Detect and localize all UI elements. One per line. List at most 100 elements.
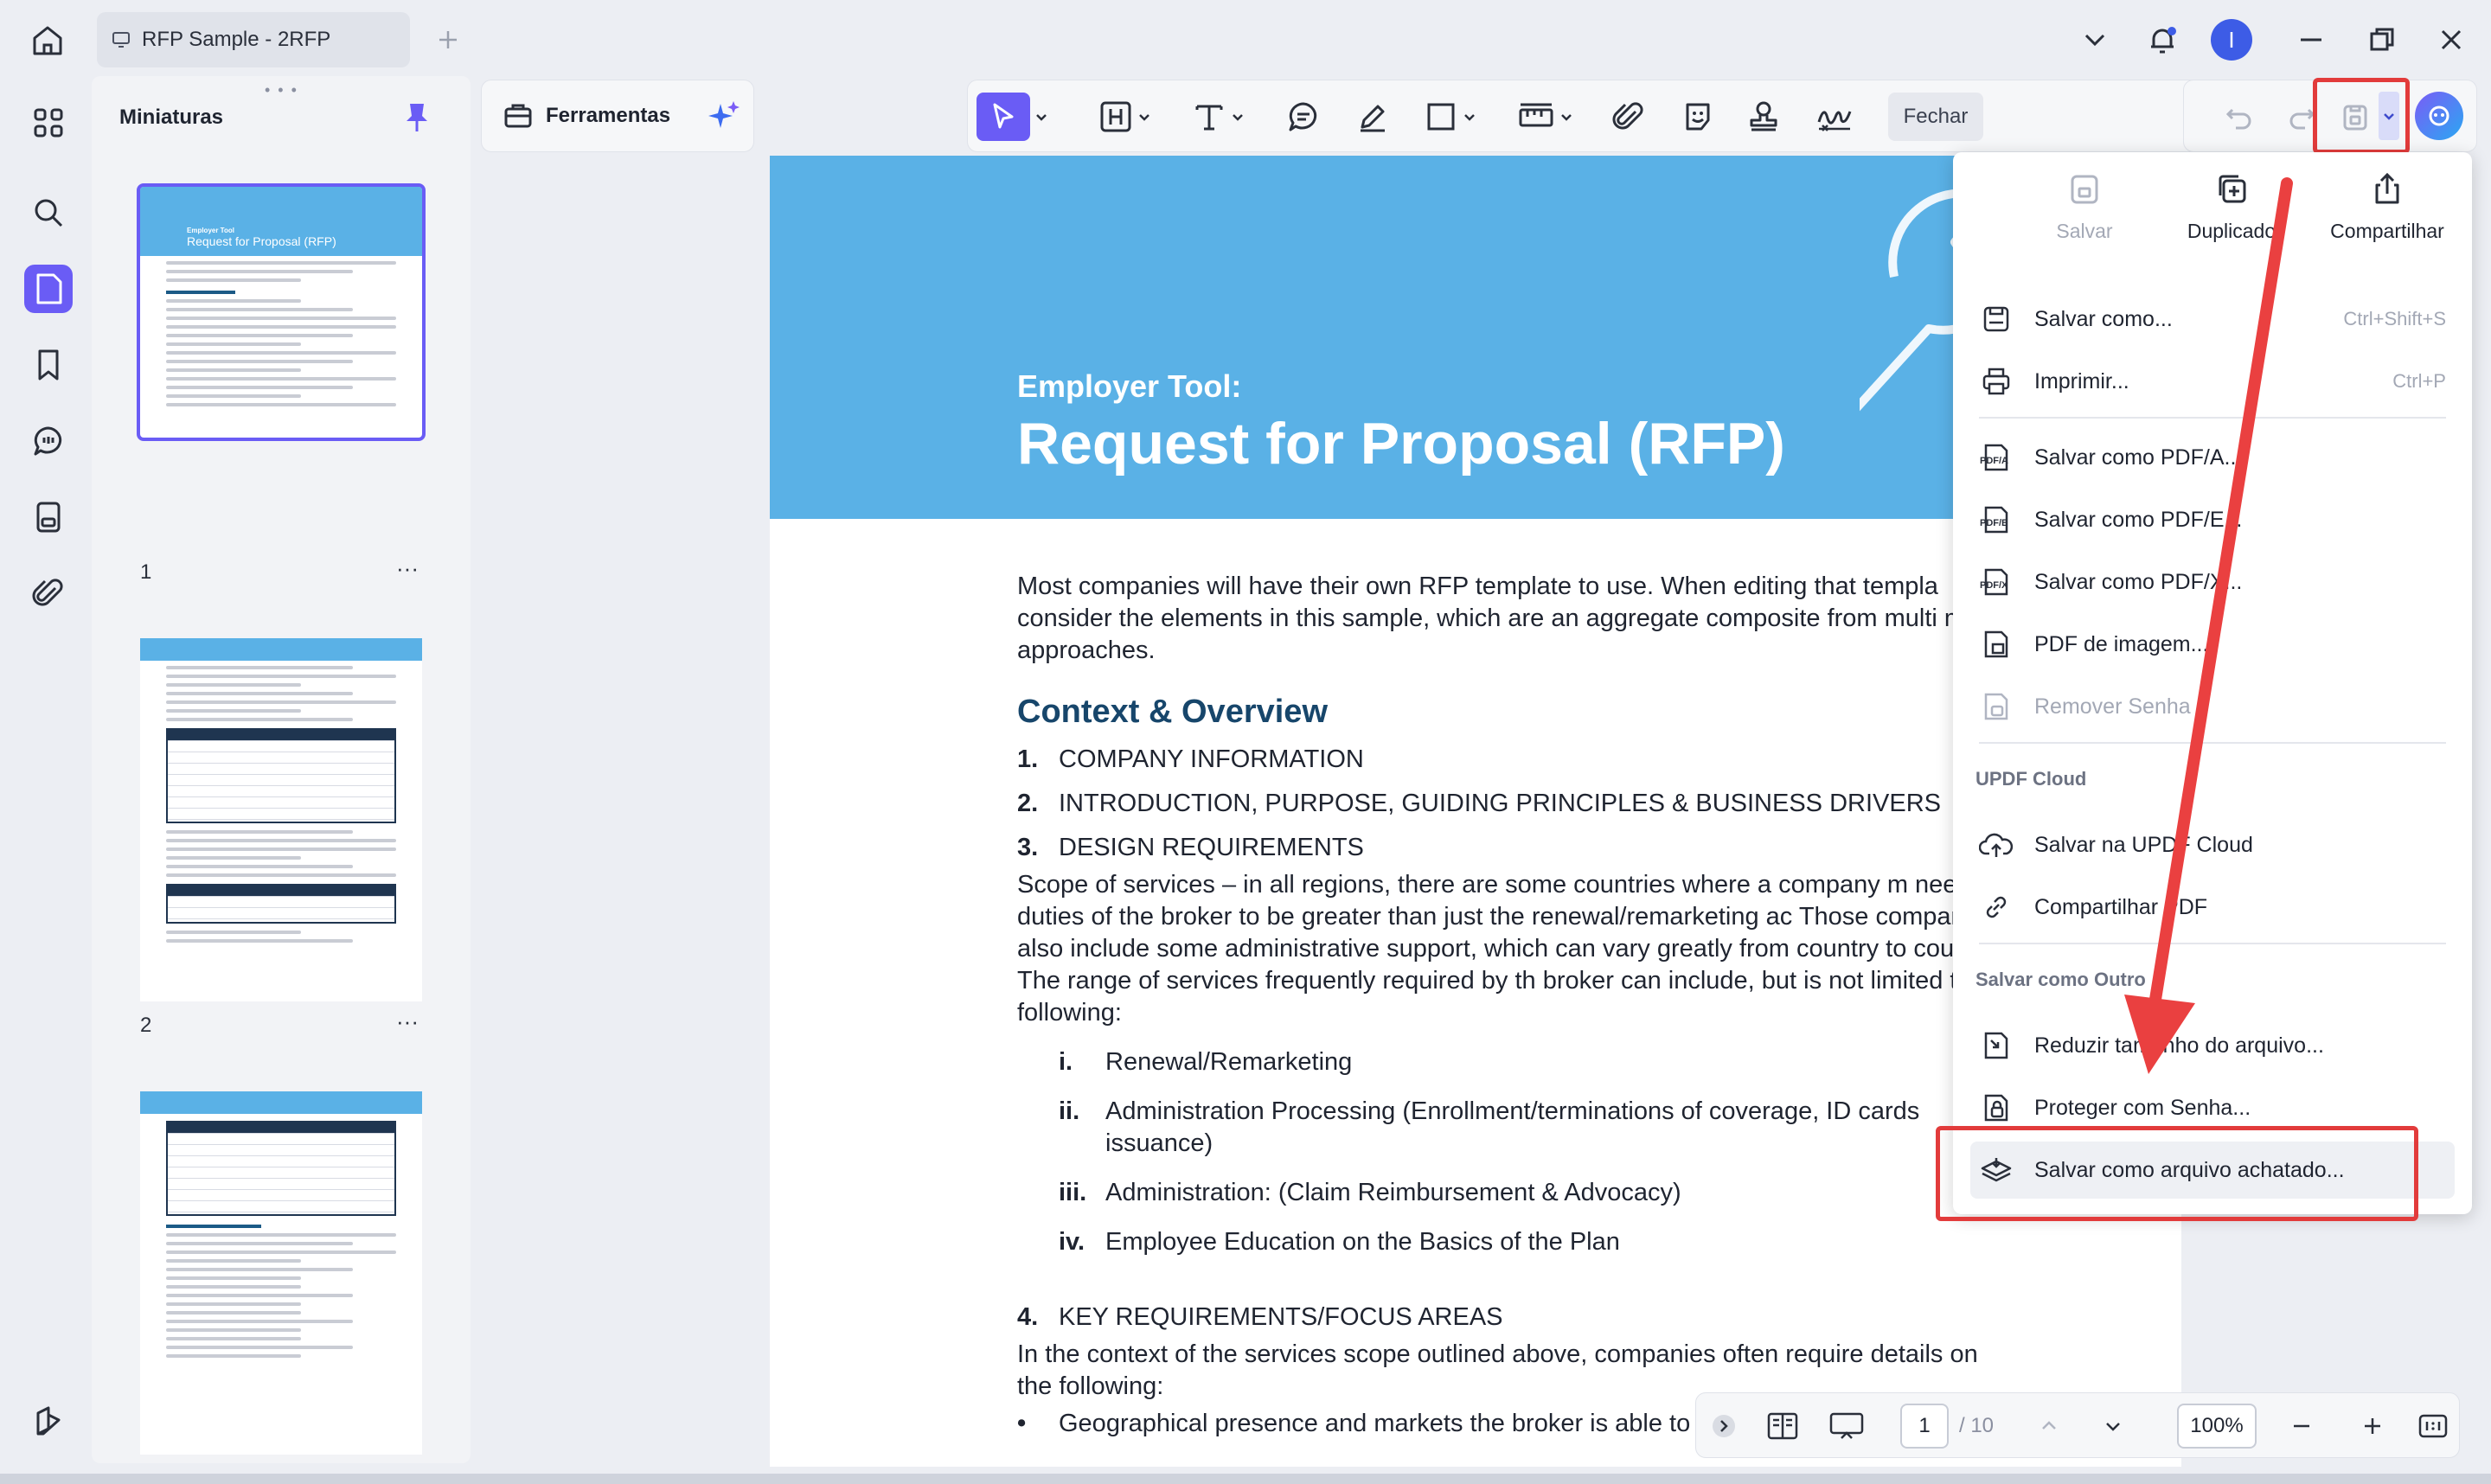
chevron-down-icon[interactable] xyxy=(1032,93,1051,141)
chevron-down-icon[interactable] xyxy=(2096,1405,2130,1447)
presentation-icon[interactable] xyxy=(1822,1405,1871,1447)
svg-text:PDF/A: PDF/A xyxy=(1980,456,2008,466)
thumbnail-page-1[interactable]: Employer Tool Request for Proposal (RFP) xyxy=(137,183,426,441)
list-item: 2. INTRODUCTION, PURPOSE, GUIDING PRINCIP… xyxy=(1017,790,1941,817)
pdfe-icon: PDF/E xyxy=(1979,502,2014,537)
pen-tool[interactable] xyxy=(1348,93,1397,141)
section-heading: Context & Overview xyxy=(1017,694,1328,730)
text-tool[interactable] xyxy=(1184,93,1253,141)
annotation-toolbar: Fechar xyxy=(967,80,2304,152)
pdfx-icon: PDF/X xyxy=(1979,565,2014,599)
shape-tool[interactable] xyxy=(1414,93,1487,141)
menu-item-save-pdfe[interactable]: PDF/E Salvar como PDF/E... xyxy=(1970,491,2455,548)
signature-tool[interactable] xyxy=(1809,93,1860,141)
tab-title: RFP Sample - 2RFP xyxy=(142,28,331,51)
duplicate-action[interactable]: Duplicado xyxy=(2154,170,2309,273)
pen-icon xyxy=(1355,99,1390,134)
save-as-icon xyxy=(1979,302,2014,336)
document-tab[interactable]: RFP Sample - 2RFP xyxy=(97,12,410,67)
page-layout-icon[interactable] xyxy=(1758,1405,1807,1447)
menu-item-share-pdf[interactable]: Compartilhar PDF xyxy=(1970,879,2455,936)
menu-item-print[interactable]: Imprimir... Ctrl+P xyxy=(1970,353,2455,410)
share-action[interactable]: Compartilhar xyxy=(2309,170,2465,273)
comment-icon[interactable] xyxy=(24,417,73,465)
share-icon xyxy=(2368,170,2406,208)
close-icon[interactable] xyxy=(2432,21,2470,59)
ai-assistant-icon[interactable] xyxy=(2415,92,2463,140)
thumbnail-title: Request for Proposal (RFP) xyxy=(187,234,336,248)
menu-item-save-cloud[interactable]: Salvar na UPDF Cloud xyxy=(1970,816,2455,873)
document-body: Most companies will have their own RFP t… xyxy=(1017,571,2038,1440)
share-action-label: Compartilhar xyxy=(2330,220,2444,242)
restore-icon[interactable] xyxy=(2363,21,2401,59)
actual-size-icon[interactable] xyxy=(2416,1405,2450,1447)
more-icon[interactable]: ··· xyxy=(396,555,419,582)
stamp-tool[interactable] xyxy=(1739,93,1788,141)
bell-icon[interactable] xyxy=(2143,21,2181,59)
sparkle-icon[interactable] xyxy=(707,99,741,133)
chevron-down-icon[interactable] xyxy=(2076,21,2114,59)
menu-section-cloud: UPDF Cloud xyxy=(1976,768,2087,790)
thumbnails-icon[interactable] xyxy=(24,265,73,313)
page-total: / 10 xyxy=(1959,1414,1995,1437)
layers-icon[interactable] xyxy=(24,1398,73,1446)
drag-handle[interactable]: • • • xyxy=(265,81,298,99)
pin-icon[interactable] xyxy=(400,100,434,135)
menu-item-reduce-size[interactable]: Reduzir tamanho do arquivo... xyxy=(1970,1017,2455,1074)
save-action-label: Salvar xyxy=(2056,220,2113,242)
menu-item-remove-password[interactable]: Remover Senha xyxy=(1970,678,2455,735)
home-icon[interactable] xyxy=(26,19,69,62)
page-navigation-bar: 1 / 10 100% xyxy=(1695,1392,2460,1458)
chevron-up-icon[interactable] xyxy=(2032,1405,2066,1447)
thumbnail-page-number: 2 xyxy=(140,1014,152,1037)
tools-button[interactable]: Ferramentas xyxy=(481,80,754,152)
more-icon[interactable]: ··· xyxy=(396,1008,419,1035)
search-icon[interactable] xyxy=(24,189,73,237)
menu-item-image-pdf[interactable]: PDF de imagem... xyxy=(1970,616,2455,673)
highlight-icon xyxy=(1098,99,1133,134)
comment-icon xyxy=(1286,99,1321,134)
close-toolbar-button[interactable]: Fechar xyxy=(1888,93,1983,141)
menu-item-save-pdfx[interactable]: PDF/X Salvar como PDF/X... xyxy=(1970,553,2455,611)
page-number-input[interactable]: 1 xyxy=(1900,1404,1949,1449)
chevron-down-icon xyxy=(1137,109,1152,125)
save-icon xyxy=(2065,170,2104,208)
avatar[interactable]: I xyxy=(2211,19,2252,61)
toolbox-icon xyxy=(503,100,534,131)
measure-tool[interactable] xyxy=(1509,93,1582,141)
thumbnail-page-2[interactable] xyxy=(140,638,422,1001)
list-item: iii. Administration: (Claim Reimbursement… xyxy=(1059,1179,1681,1206)
menu-item-save-pdfa[interactable]: PDF/A Salvar como PDF/A... xyxy=(1970,429,2455,486)
left-rail xyxy=(0,80,90,1484)
attach-tool[interactable] xyxy=(1604,93,1653,141)
bookmark-icon[interactable] xyxy=(24,341,73,389)
image-pdf-icon xyxy=(1979,627,2014,662)
zoom-in-icon[interactable] xyxy=(2355,1405,2390,1447)
svg-text:PDF/E: PDF/E xyxy=(1980,518,2008,528)
monitor-icon xyxy=(111,29,131,50)
list-item: i. Renewal/Remarketing xyxy=(1059,1048,1353,1076)
menu-item-save-as[interactable]: Salvar como... Ctrl+Shift+S xyxy=(1970,291,2455,348)
thumbnail-page-number: 1 xyxy=(140,560,152,584)
text-icon xyxy=(1192,99,1226,134)
thumbnail-page-3[interactable] xyxy=(140,1091,422,1455)
minimize-icon[interactable] xyxy=(2292,21,2330,59)
document-title: Request for Proposal (RFP) xyxy=(1017,411,1785,477)
thumbnail-header: Employer Tool Request for Proposal (RFP) xyxy=(140,187,422,256)
save-action[interactable]: Salvar xyxy=(2007,170,2162,273)
grid-icon[interactable] xyxy=(24,99,73,147)
highlight-tool[interactable] xyxy=(1091,93,1160,141)
menu-divider xyxy=(1979,742,2446,744)
printer-icon xyxy=(1979,364,2014,399)
attachment-icon[interactable] xyxy=(24,569,73,617)
sticker-tool[interactable] xyxy=(1674,93,1722,141)
undo-icon[interactable] xyxy=(2215,93,2264,141)
zoom-out-icon[interactable] xyxy=(2284,1405,2319,1447)
add-tab-icon[interactable] xyxy=(431,22,465,57)
link-icon xyxy=(1979,890,2014,924)
select-tool[interactable] xyxy=(977,93,1030,141)
expand-icon[interactable] xyxy=(1707,1405,1741,1447)
zoom-input[interactable]: 100% xyxy=(2177,1404,2257,1449)
comment-tool[interactable] xyxy=(1279,93,1328,141)
form-icon[interactable] xyxy=(24,493,73,541)
